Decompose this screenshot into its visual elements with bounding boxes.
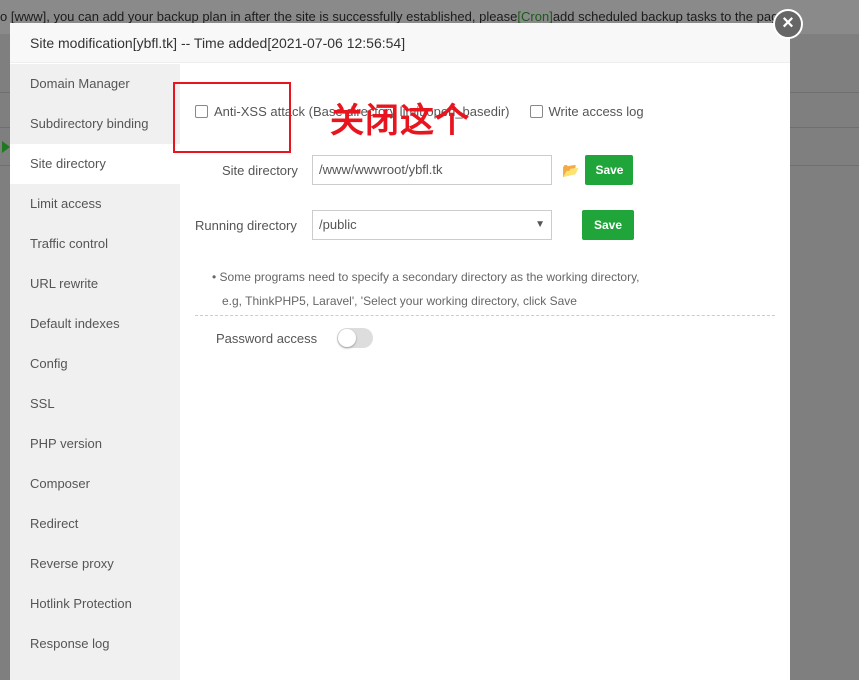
password-access-row: Password access (216, 328, 374, 348)
save-running-directory-button[interactable]: Save (582, 210, 635, 240)
site-directory-input[interactable]: /www/wwwroot/ybfl.tk (312, 155, 552, 185)
play-icon (2, 141, 10, 153)
write-log-checkbox[interactable] (529, 105, 543, 118)
write-log-label: Write access log (548, 104, 644, 119)
running-directory-value: /public (319, 217, 357, 232)
sidebar-item-subdirectory-binding[interactable]: Subdirectory binding (10, 104, 180, 144)
sidebar-item-php-version[interactable]: PHP version (10, 424, 180, 464)
running-directory-select[interactable]: /public ▼ (312, 210, 552, 240)
sidebar: Domain Manager Subdirectory binding Site… (10, 64, 180, 680)
sidebar-item-default-indexes[interactable]: Default indexes (10, 304, 180, 344)
sidebar-item-hotlink-protection[interactable]: Hotlink Protection (10, 584, 180, 624)
password-access-label: Password access (216, 330, 318, 346)
sidebar-item-reverse-proxy[interactable]: Reverse proxy (10, 544, 180, 584)
notice-text-end: add scheduled backup tasks to the page (552, 9, 786, 24)
close-icon[interactable]: × (773, 9, 803, 39)
sidebar-item-limit-access[interactable]: Limit access (10, 184, 180, 224)
running-directory-label: Running directory (195, 217, 297, 233)
tip-text-1: Some programs need to specify a secondar… (219, 270, 640, 284)
cron-link[interactable]: [Cron] (517, 9, 552, 24)
sidebar-item-url-rewrite[interactable]: URL rewrite (10, 264, 180, 304)
annotation-text: 关闭这个 (330, 101, 470, 141)
site-directory-row: Site directory /www/wwwroot/ybfl.tk 📂 Sa… (222, 155, 634, 185)
sidebar-item-ssl[interactable]: SSL (10, 384, 180, 424)
annotation-highlight-box (173, 82, 291, 153)
sidebar-item-response-log[interactable]: Response log (10, 624, 180, 664)
folder-icon[interactable]: 📂 (562, 162, 579, 179)
sidebar-item-site-directory[interactable]: Site directory (10, 144, 180, 184)
notice-text: o [www], you can add your backup plan in… (0, 9, 518, 24)
sidebar-item-domain-manager[interactable]: Domain Manager (10, 64, 180, 104)
sidebar-item-composer[interactable]: Composer (10, 464, 180, 504)
divider (195, 315, 775, 316)
site-directory-label: Site directory (222, 162, 298, 178)
running-directory-row: Running directory /public ▼ Save (195, 210, 635, 240)
main-panel: Anti-XSS attack (Base directory limit op… (180, 64, 790, 680)
sidebar-item-traffic-control[interactable]: Traffic control (10, 224, 180, 264)
sidebar-item-redirect[interactable]: Redirect (10, 504, 180, 544)
sidebar-item-config[interactable]: Config (10, 344, 180, 384)
save-site-directory-button[interactable]: Save (585, 155, 634, 185)
tip-text-2: e.g, ThinkPHP5, Laravel', 'Select your w… (222, 294, 577, 308)
chevron-down-icon: ▼ (535, 219, 545, 230)
password-access-toggle[interactable] (337, 328, 374, 348)
modal-title: Site modification[ybfl.tk] -- Time added… (10, 23, 790, 63)
tip-line-1: • Some programs need to specify a second… (212, 270, 640, 284)
